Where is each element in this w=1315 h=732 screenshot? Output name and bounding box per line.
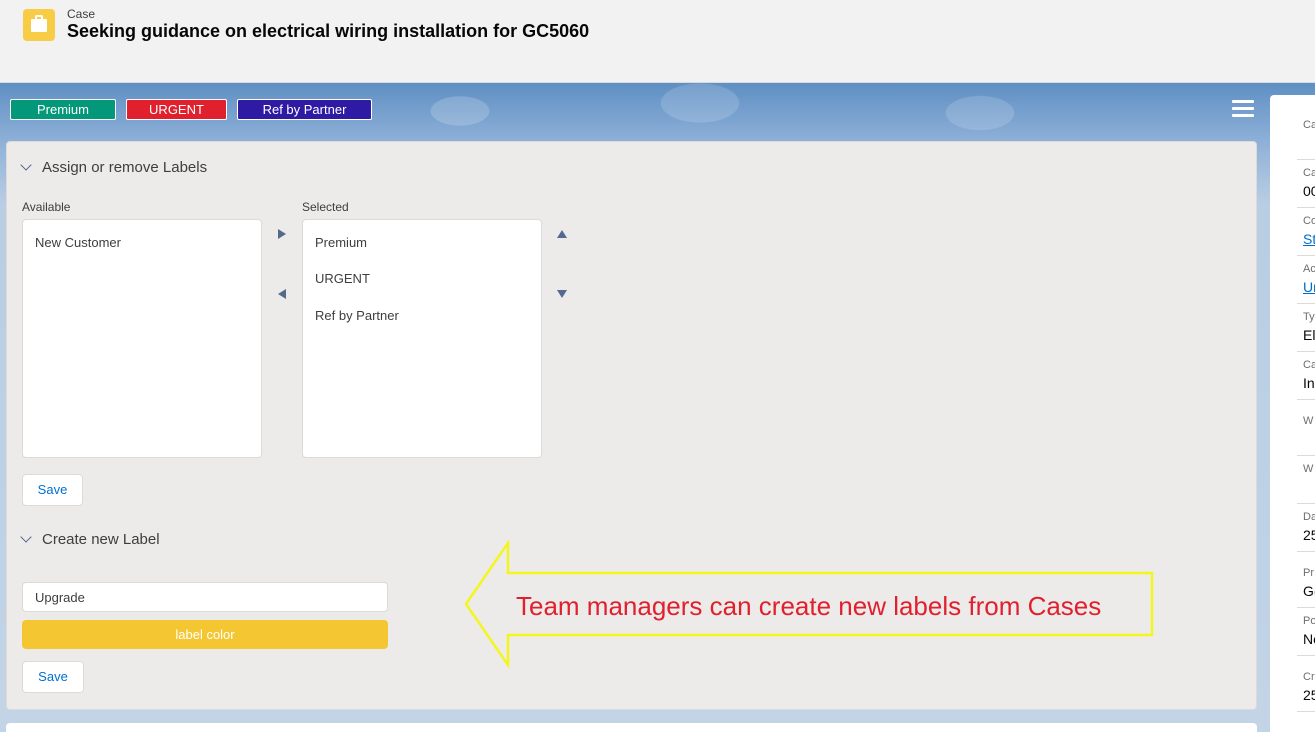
side-field-divider xyxy=(1297,711,1315,712)
side-field-label: Co xyxy=(1303,215,1315,227)
side-field-value: 25 xyxy=(1303,687,1315,703)
side-field-divider xyxy=(1297,551,1315,552)
list-item[interactable]: Ref by Partner xyxy=(315,308,399,323)
move-left-icon[interactable] xyxy=(278,289,286,299)
side-field-label: W xyxy=(1303,415,1314,427)
assign-section-heading: Assign or remove Labels xyxy=(42,159,208,176)
side-field-value: G( xyxy=(1303,583,1315,599)
assign-section-toggle[interactable]: Assign or remove Labels xyxy=(20,159,208,176)
side-field-value[interactable]: Ur xyxy=(1303,279,1315,295)
side-field-label: Po xyxy=(1303,615,1315,627)
side-field-value: 00 xyxy=(1303,183,1315,199)
available-column-label: Available xyxy=(22,200,71,214)
side-field-value: El xyxy=(1303,327,1315,343)
move-up-icon[interactable] xyxy=(557,230,567,238)
side-field-label: Ca xyxy=(1303,167,1315,179)
record-header: Case Seeking guidance on electrical wiri… xyxy=(0,0,1315,83)
side-field-divider xyxy=(1297,503,1315,504)
list-item[interactable]: New Customer xyxy=(35,235,121,250)
new-label-name-input[interactable] xyxy=(22,582,388,612)
create-section-heading: Create new Label xyxy=(42,531,160,548)
side-field-label: Ca xyxy=(1303,119,1315,131)
side-field-label: Pr xyxy=(1303,567,1314,579)
side-field-divider xyxy=(1297,255,1315,256)
side-field-label: Cr xyxy=(1303,671,1315,683)
label-color-button[interactable]: label color xyxy=(22,620,388,649)
case-briefcase-icon xyxy=(23,9,55,41)
side-field-divider xyxy=(1297,655,1315,656)
hamburger-menu-icon[interactable] xyxy=(1232,100,1254,118)
chevron-down-icon xyxy=(20,531,32,543)
side-field-divider xyxy=(1297,455,1315,456)
selected-column-label: Selected xyxy=(302,200,349,214)
side-field-value: Nc xyxy=(1303,631,1315,647)
side-field-divider xyxy=(1297,607,1315,608)
label-badge-premium[interactable]: Premium xyxy=(10,99,116,120)
side-field-value: 25 xyxy=(1303,527,1315,543)
side-field-divider xyxy=(1297,399,1315,400)
save-new-label-button[interactable]: Save xyxy=(22,661,84,693)
label-badge-urgent[interactable]: URGENT xyxy=(126,99,227,120)
side-field-label: Da xyxy=(1303,511,1315,523)
selected-listbox[interactable]: Premium URGENT Ref by Partner xyxy=(302,219,542,458)
create-section-toggle[interactable]: Create new Label xyxy=(20,531,160,548)
side-field-divider xyxy=(1297,303,1315,304)
side-field-divider xyxy=(1297,159,1315,160)
side-field-value[interactable]: St xyxy=(1303,231,1315,247)
move-right-icon[interactable] xyxy=(278,229,286,239)
side-field-label: Ac xyxy=(1303,263,1315,275)
label-badge-ref-by-partner[interactable]: Ref by Partner xyxy=(237,99,372,120)
side-field-divider xyxy=(1297,207,1315,208)
list-item[interactable]: Premium xyxy=(315,235,367,250)
side-field-value: In xyxy=(1303,375,1315,391)
save-labels-button[interactable]: Save xyxy=(22,474,83,506)
side-field-label: Ty xyxy=(1303,311,1315,323)
side-field-label: Ca xyxy=(1303,359,1315,371)
available-listbox[interactable]: New Customer xyxy=(22,219,262,458)
side-field-label: W xyxy=(1303,463,1314,475)
list-item[interactable]: URGENT xyxy=(315,271,370,286)
move-down-icon[interactable] xyxy=(557,290,567,298)
chevron-down-icon xyxy=(20,159,32,171)
object-type-label: Case xyxy=(67,7,96,21)
callout-text: Team managers can create new labels from… xyxy=(516,591,1102,621)
next-panel xyxy=(6,723,1257,732)
page-title: Seeking guidance on electrical wiring in… xyxy=(67,21,590,41)
side-field-divider xyxy=(1297,351,1315,352)
